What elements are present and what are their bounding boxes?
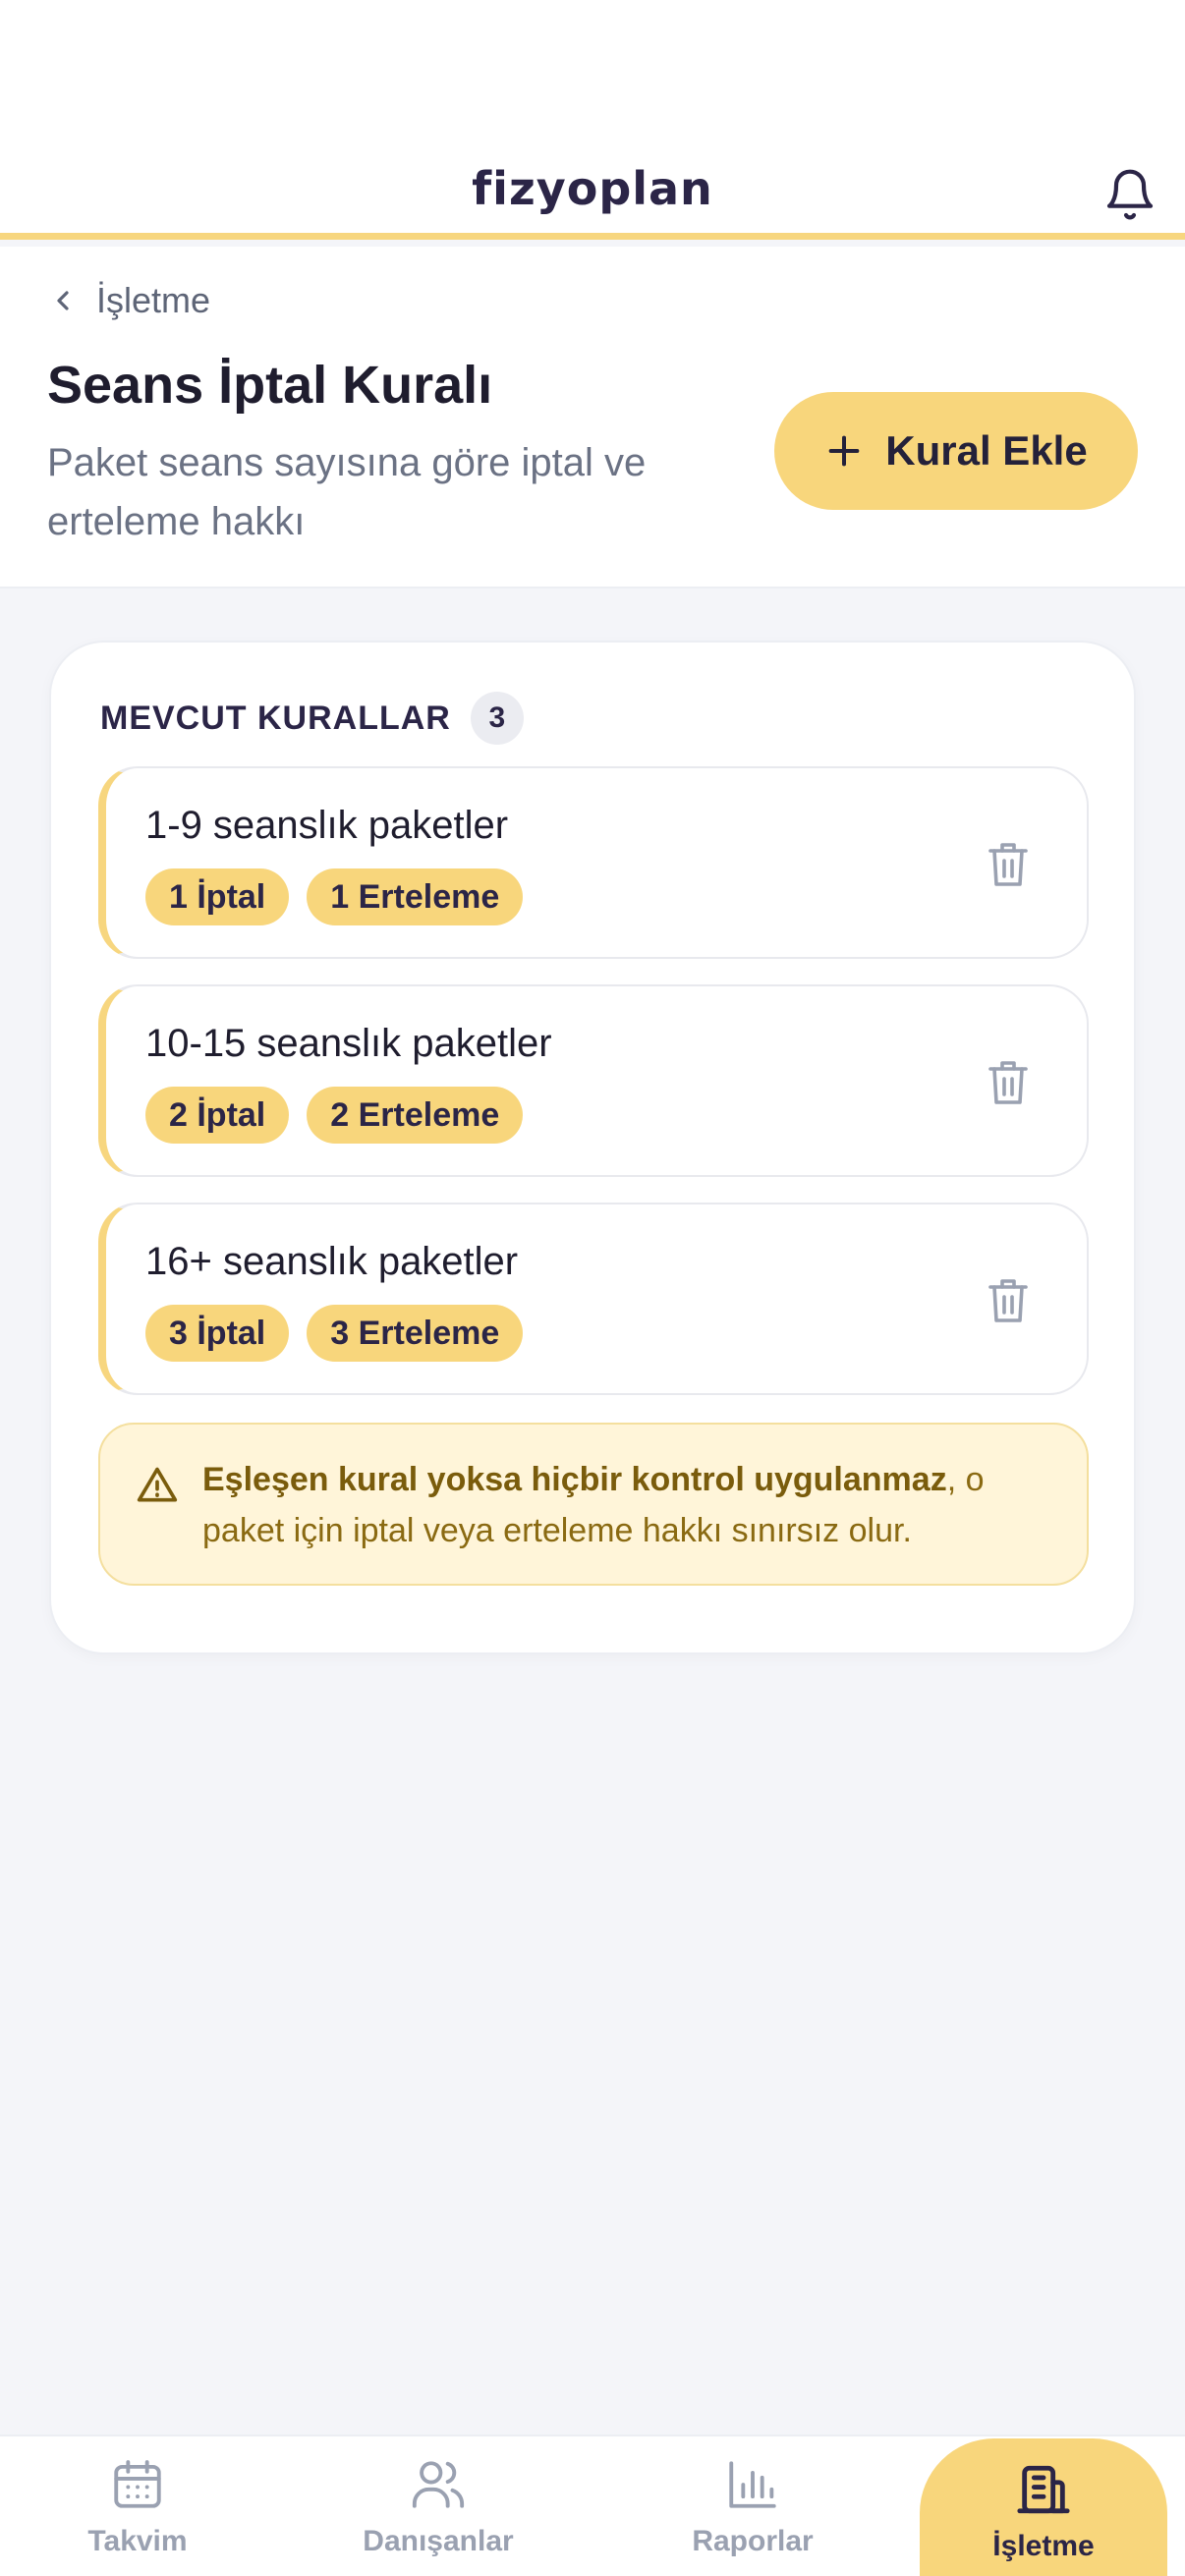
notice-bold-text: Eşleşen kural yoksa hiçbir kontrol uygul… <box>202 1461 947 1498</box>
chevron-left-icon <box>57 291 69 310</box>
rules-card-header: MEVCUT KURALLAR 3 <box>100 692 524 745</box>
nav-item-danisanlar[interactable]: Danışanlar <box>340 2436 536 2576</box>
add-rule-button[interactable]: Kural Ekle <box>774 392 1138 510</box>
trash-icon[interactable] <box>985 1057 1032 1108</box>
page-subtitle: Paket seans sayısına göre iptal ve ertel… <box>47 441 647 543</box>
warning-icon <box>137 1467 178 1502</box>
bottom-nav: Takvim Danışanlar Raporlar İşletme <box>0 2435 1185 2576</box>
bar-chart-icon <box>729 2461 776 2508</box>
bell-icon[interactable] <box>1102 167 1157 222</box>
plus-icon <box>828 435 860 467</box>
rule-name: 16+ seanslık paketler <box>145 1240 519 1283</box>
rule-name: 1-9 seanslık paketler <box>145 804 509 847</box>
nav-label: İşletme <box>992 2530 1095 2562</box>
rules-count-badge: 3 <box>470 692 524 745</box>
calendar-icon <box>114 2460 161 2508</box>
rule-item[interactable]: 16+ seanslık paketler 3 İptal 3 Erteleme <box>98 1203 1089 1395</box>
building-icon <box>1017 2465 1070 2514</box>
info-notice: Eşleşen kural yoksa hiçbir kontrol uygul… <box>98 1423 1089 1586</box>
rule-item[interactable]: 1-9 seanslık paketler 1 İptal 1 Erteleme <box>98 766 1089 959</box>
nav-label: Raporlar <box>692 2525 814 2557</box>
postpone-count-badge: 3 Erteleme <box>307 1305 524 1362</box>
rule-item[interactable]: 10-15 seanslık paketler 2 İptal 2 Ertele… <box>98 984 1089 1177</box>
rule-name: 10-15 seanslık paketler <box>145 1022 552 1065</box>
trash-icon[interactable] <box>985 839 1032 890</box>
back-label: İşletme <box>96 280 211 320</box>
page-header: İşletme Seans İptal Kuralı Paket seans s… <box>0 247 1185 588</box>
brand-logo: fizyoplan <box>472 162 713 215</box>
back-link[interactable]: İşletme <box>47 276 210 325</box>
nav-item-takvim[interactable]: Takvim <box>39 2436 236 2576</box>
rules-section-title: MEVCUT KURALLAR <box>100 699 451 737</box>
add-rule-label: Kural Ekle <box>885 427 1088 474</box>
page-title: Seans İptal Kuralı <box>47 356 493 415</box>
nav-item-raporlar[interactable]: Raporlar <box>654 2436 851 2576</box>
users-icon <box>412 2461 465 2508</box>
notice-text: Eşleşen kural yoksa hiçbir kontrol uygul… <box>202 1454 1057 1556</box>
rules-card: MEVCUT KURALLAR 3 1-9 seanslık paketler … <box>49 641 1136 1654</box>
nav-label: Takvim <box>87 2525 188 2557</box>
trash-icon[interactable] <box>985 1275 1032 1326</box>
postpone-count-badge: 2 Erteleme <box>307 1087 524 1144</box>
app-screen: fizyoplan İşletme Seans İptal Kuralı Pak… <box>0 0 1185 2576</box>
cancel-count-badge: 2 İptal <box>145 1087 290 1144</box>
postpone-count-badge: 1 Erteleme <box>307 868 524 925</box>
cancel-count-badge: 3 İptal <box>145 1305 290 1362</box>
cancel-count-badge: 1 İptal <box>145 868 290 925</box>
nav-label: Danışanlar <box>363 2525 514 2557</box>
nav-item-isletme[interactable]: İşletme <box>920 2438 1167 2576</box>
